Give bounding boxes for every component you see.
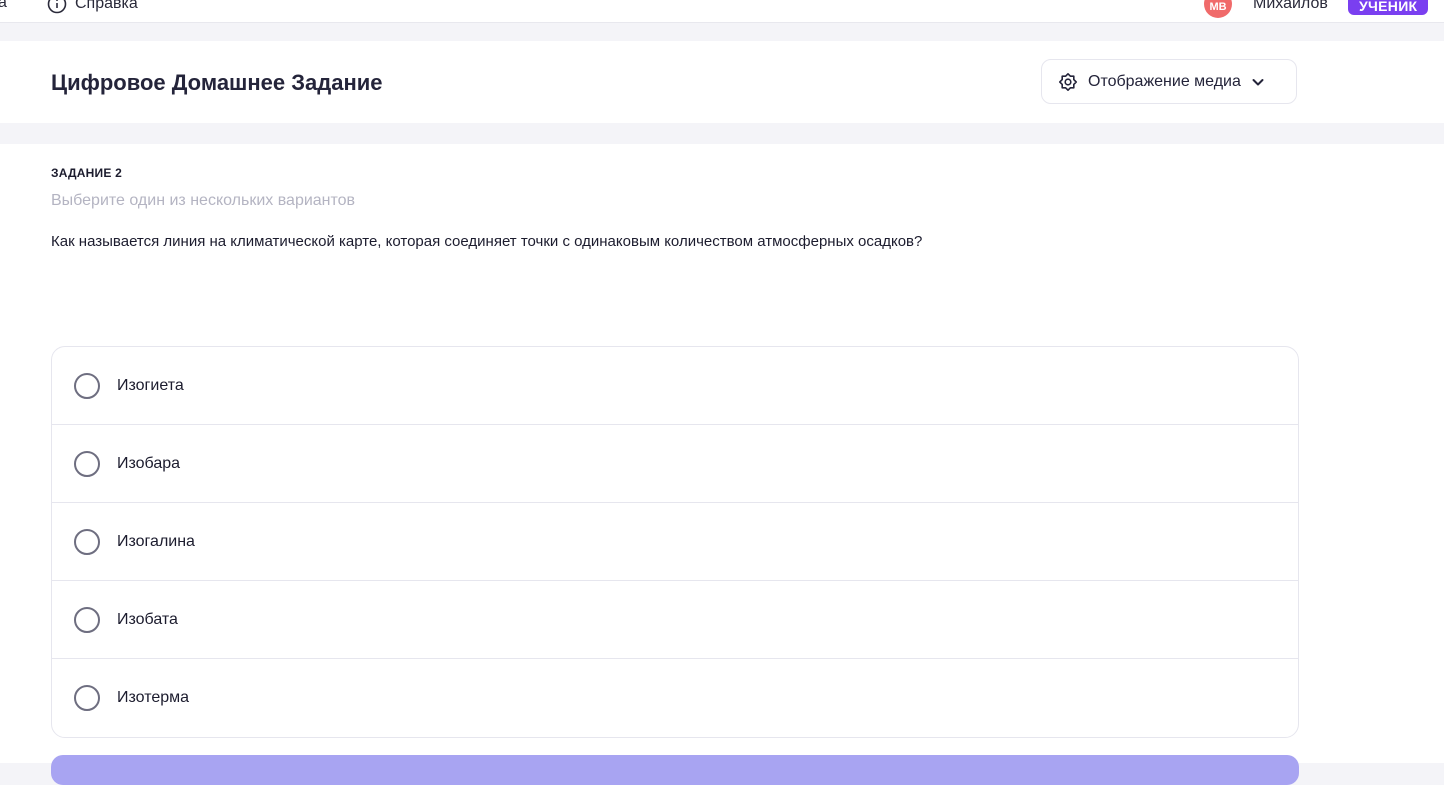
option-label: Изобата <box>117 610 178 628</box>
avatar[interactable]: МВ <box>1204 0 1232 18</box>
chevron-down-icon <box>1252 78 1264 85</box>
top-bar: а Справка МВ Михайлов УЧЕНИК <box>0 0 1444 23</box>
radio-button[interactable] <box>74 528 100 555</box>
media-display-dropdown[interactable]: Отображение медиа <box>1041 59 1297 104</box>
answer-option[interactable]: Изобата <box>52 581 1298 659</box>
role-badge: УЧЕНИК <box>1348 0 1429 15</box>
radio-button[interactable] <box>74 685 100 711</box>
radio-button[interactable] <box>74 606 100 633</box>
task-hint: Выберите один из нескольких вариантов <box>51 192 356 209</box>
info-icon <box>47 0 67 14</box>
option-label: Изобара <box>117 454 181 472</box>
radio-button[interactable] <box>74 450 100 477</box>
media-display-label: Отображение медиа <box>1088 72 1241 90</box>
answer-options: Изогиета Изобара Изогалина Изобата Изоте… <box>51 346 1299 738</box>
task-number: ЗАДАНИЕ 2 <box>51 166 122 180</box>
option-label: Изотерма <box>117 689 190 706</box>
help-label: Справка <box>75 0 138 12</box>
radio-button[interactable] <box>74 372 100 399</box>
nav-item-partial[interactable]: а <box>0 0 7 12</box>
help-link[interactable]: Справка <box>47 0 138 16</box>
header-card: Цифровое Домашнее Задание Отображение ме… <box>0 41 1444 123</box>
page-title: Цифровое Домашнее Задание <box>51 70 383 95</box>
answer-option[interactable]: Изогалина <box>52 503 1298 581</box>
answer-option[interactable]: Изобара <box>52 425 1298 503</box>
gear-flower-icon <box>1059 72 1077 91</box>
question-text: Как называется линия на климатической ка… <box>51 233 923 250</box>
user-name[interactable]: Михайлов <box>1253 0 1328 14</box>
option-label: Изогиета <box>117 376 184 394</box>
answer-option[interactable]: Изогиета <box>52 347 1298 425</box>
submit-answer-button[interactable] <box>51 755 1299 785</box>
task-content: ЗАДАНИЕ 2 Выберите один из нескольких ва… <box>0 144 1444 785</box>
answer-option[interactable]: Изотерма <box>52 659 1298 737</box>
option-label: Изогалина <box>117 532 195 550</box>
